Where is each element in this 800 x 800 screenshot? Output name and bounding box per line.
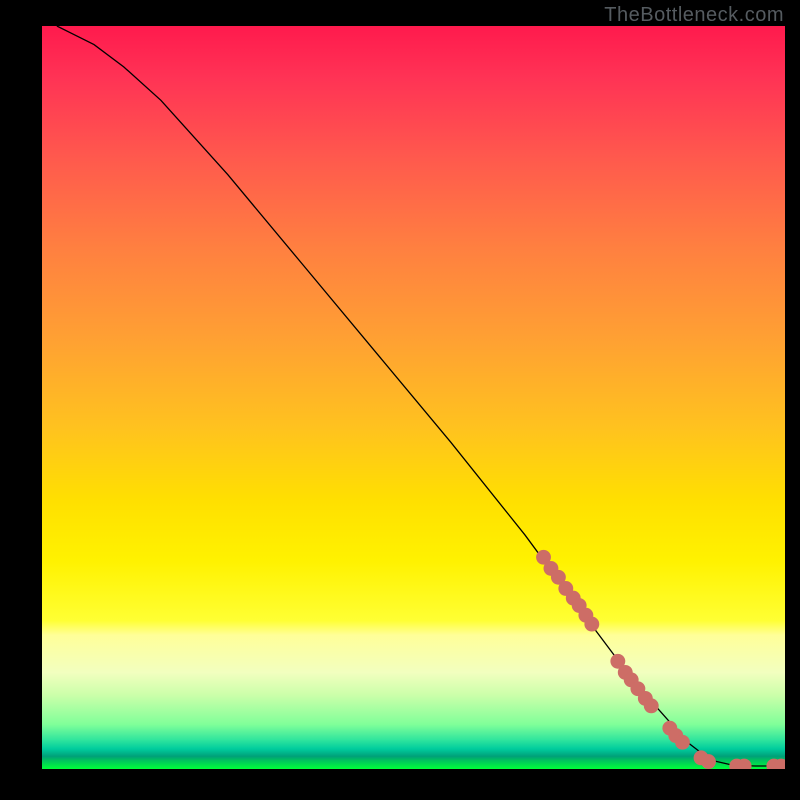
data-dot: [701, 754, 716, 769]
data-dot: [662, 721, 677, 736]
data-dot: [774, 759, 785, 769]
data-dot: [675, 735, 690, 750]
data-dot: [737, 759, 752, 769]
scatter-dots: [536, 550, 785, 769]
data-dot: [584, 617, 599, 632]
data-dot: [729, 759, 744, 769]
data-dot: [618, 665, 633, 680]
chart-svg: [42, 26, 785, 769]
data-dot: [624, 672, 639, 687]
data-dot: [566, 591, 581, 606]
watermark-text: TheBottleneck.com: [604, 4, 784, 27]
plot-area: [42, 26, 785, 769]
data-dot: [578, 608, 593, 623]
data-dot: [694, 750, 709, 765]
data-dot: [558, 581, 573, 596]
chart-frame: TheBottleneck.com: [0, 0, 800, 800]
data-dot: [668, 728, 683, 743]
data-dot: [644, 698, 659, 713]
data-dot: [638, 691, 653, 706]
data-dot: [610, 654, 625, 669]
data-dot: [630, 681, 645, 696]
data-dot: [766, 759, 781, 769]
data-dot: [551, 570, 566, 585]
data-dot: [536, 550, 551, 565]
curve-line: [57, 26, 785, 766]
data-dot: [544, 561, 559, 576]
data-dot: [572, 598, 587, 613]
